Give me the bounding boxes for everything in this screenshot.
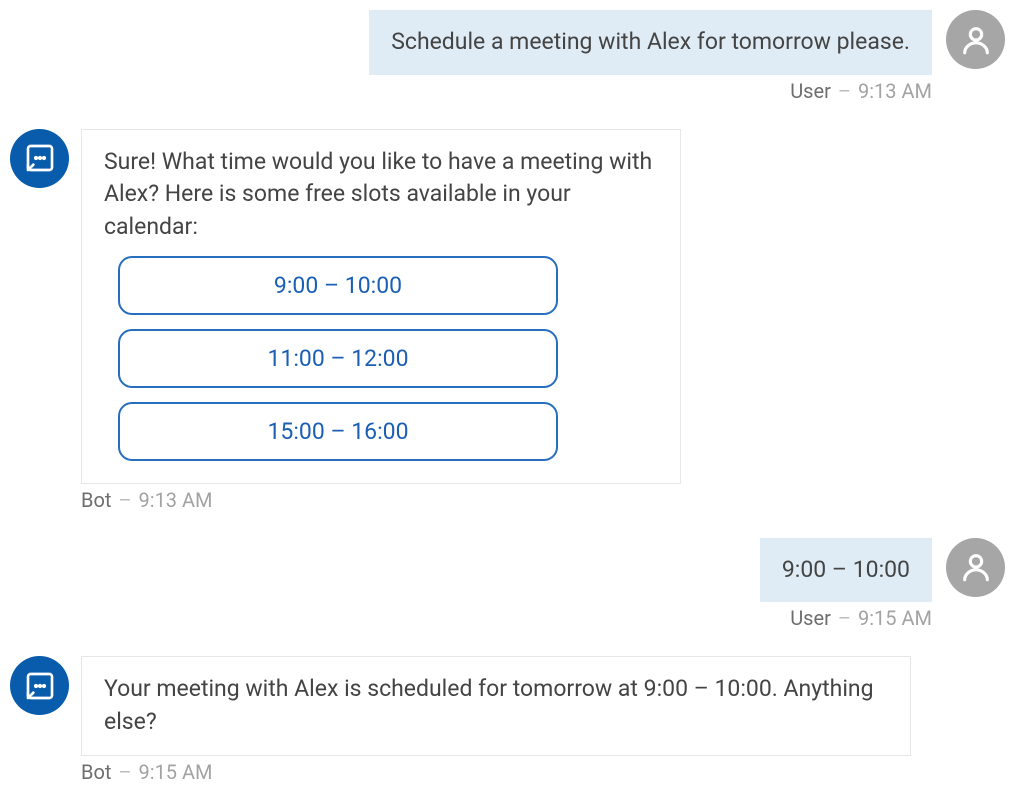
message-meta: User – 9:13 AM xyxy=(790,79,932,103)
message-column: Sure! What time would you like to have a… xyxy=(81,129,681,532)
user-message-bubble: Schedule a meeting with Alex for tomorro… xyxy=(369,10,932,75)
timestamp: 9:13 AM xyxy=(858,79,932,103)
sender-label: User xyxy=(790,79,831,103)
sender-label: Bot xyxy=(81,488,111,512)
chat-transcript: Schedule a meeting with Alex for tomorro… xyxy=(10,10,1005,804)
message-meta: User – 9:15 AM xyxy=(790,606,932,630)
message-row-bot: Sure! What time would you like to have a… xyxy=(10,129,1005,532)
time-slot-option-3[interactable]: 15:00 – 16:00 xyxy=(118,402,558,461)
sender-label: Bot xyxy=(81,760,111,784)
message-row-user: 9:00 – 10:00 User – 9:15 AM xyxy=(10,538,1005,651)
message-text: Sure! What time would you like to have a… xyxy=(104,148,652,240)
message-column: Schedule a meeting with Alex for tomorro… xyxy=(369,10,932,123)
bot-avatar xyxy=(10,129,69,188)
person-icon xyxy=(959,23,993,57)
bot-message-bubble: Sure! What time would you like to have a… xyxy=(81,129,681,484)
message-row-user: Schedule a meeting with Alex for tomorro… xyxy=(10,10,1005,123)
timestamp: 9:15 AM xyxy=(138,760,212,784)
timestamp: 9:13 AM xyxy=(138,488,212,512)
user-message-bubble: 9:00 – 10:00 xyxy=(760,538,932,603)
meta-separator: – xyxy=(118,488,131,512)
message-column: 9:00 – 10:00 User – 9:15 AM xyxy=(760,538,932,651)
chatbot-icon xyxy=(24,142,56,174)
bot-avatar xyxy=(10,656,69,715)
user-avatar xyxy=(946,10,1005,69)
time-slot-options: 9:00 – 10:00 11:00 – 12:00 15:00 – 16:00 xyxy=(104,256,658,467)
message-meta: Bot – 9:13 AM xyxy=(81,488,213,512)
person-icon xyxy=(959,550,993,584)
message-text: Schedule a meeting with Alex for tomorro… xyxy=(391,28,910,55)
user-avatar xyxy=(946,538,1005,597)
meta-separator: – xyxy=(838,79,851,103)
meta-separator: – xyxy=(838,606,851,630)
sender-label: User xyxy=(790,606,831,630)
meta-separator: – xyxy=(118,760,131,784)
message-text: 9:00 – 10:00 xyxy=(782,556,910,583)
time-slot-option-1[interactable]: 9:00 – 10:00 xyxy=(118,256,558,315)
time-slot-option-2[interactable]: 11:00 – 12:00 xyxy=(118,329,558,388)
message-text: Your meeting with Alex is scheduled for … xyxy=(104,675,874,735)
message-row-bot: Your meeting with Alex is scheduled for … xyxy=(10,656,1005,803)
message-meta: Bot – 9:15 AM xyxy=(81,760,213,784)
chatbot-icon xyxy=(24,670,56,702)
timestamp: 9:15 AM xyxy=(858,606,932,630)
bot-message-bubble: Your meeting with Alex is scheduled for … xyxy=(81,656,911,755)
message-column: Your meeting with Alex is scheduled for … xyxy=(81,656,911,803)
